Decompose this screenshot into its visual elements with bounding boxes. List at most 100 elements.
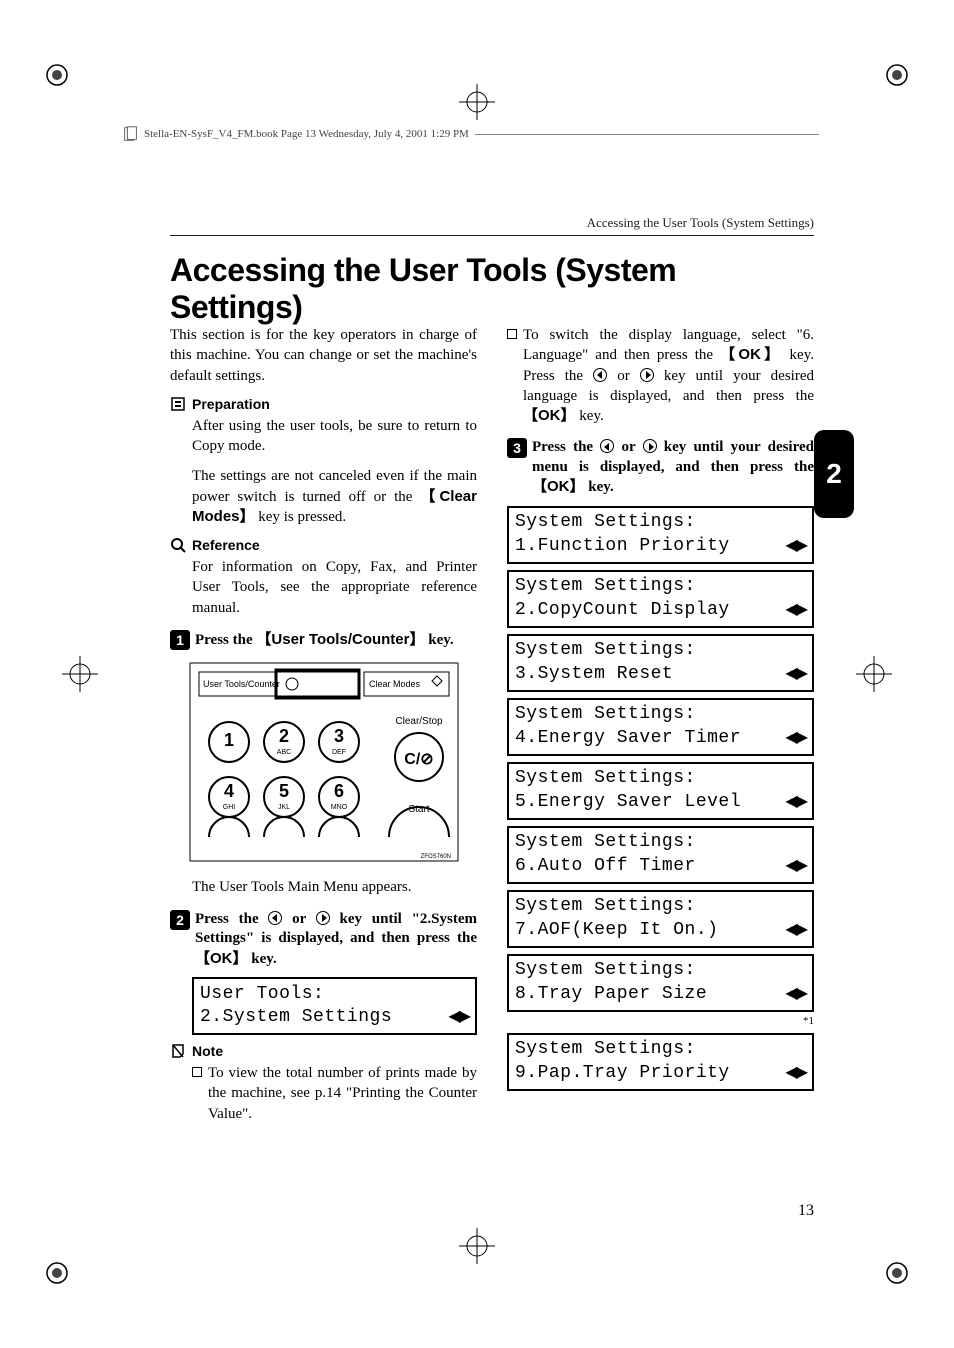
lcd-line2: 4.Energy Saver Timer (515, 727, 741, 750)
lcd-line1: System Settings: (515, 767, 806, 790)
page-number: 13 (798, 1202, 814, 1220)
ok-key: OK (523, 407, 576, 424)
lcd-list: System Settings:1.Function Priority◀▶Sys… (507, 506, 814, 1091)
left-arrow-icon (593, 368, 607, 382)
note-item-2: To switch the display language, select "… (507, 325, 814, 426)
lcd-system-settings-1: System Settings:1.Function Priority ◀▶ (507, 506, 814, 564)
user-tools-counter-key: User Tools/Counter (256, 631, 424, 648)
intro-text: This section is for the key operators in… (170, 325, 477, 386)
chapter-tab: 2 (814, 430, 854, 518)
preparation-heading: Preparation (170, 396, 477, 412)
step-badge-1: 1 (170, 630, 190, 650)
reference-icon (170, 537, 186, 553)
print-mark-tr (882, 60, 912, 90)
svg-text:4: 4 (223, 781, 233, 801)
footnote-marker: *1 (507, 1015, 814, 1027)
lcd-line1: System Settings: (515, 959, 806, 982)
left-arrow-icon (600, 439, 614, 453)
lcd-line2: 6.Auto Off Timer (515, 855, 696, 878)
book-header-text: Stella-EN-SysF_V4_FM.book Page 13 Wednes… (144, 128, 469, 140)
lcd-line2: 2.System Settings (200, 1006, 392, 1029)
ok-key: OK (720, 346, 782, 363)
left-column: This section is for the key operators in… (170, 325, 477, 1130)
after-figure-text: The User Tools Main Menu appears. (192, 877, 477, 897)
step-3: 3 Press the or key until your desired me… (507, 438, 814, 498)
svg-text:DEF: DEF (332, 749, 346, 756)
lcd-user-tools: User Tools: 2.System Settings ◀▶ (192, 977, 477, 1035)
keypad-clearstop-label: Clear/Stop (395, 716, 443, 727)
step-1: 1 Press the User Tools/Counter key. (170, 630, 477, 651)
note-item-1: To view the total number of prints made … (192, 1063, 477, 1124)
preparation-p1: After using the user tools, be sure to r… (192, 416, 477, 457)
lcd-line1: User Tools: (200, 983, 469, 1006)
crosshair-top (457, 82, 497, 122)
svg-text:JKL: JKL (277, 804, 289, 811)
crosshair-bottom (457, 1226, 497, 1266)
lcd-line2: 7.AOF(Keep It On.) (515, 919, 718, 942)
lcd-line2: 1.Function Priority (515, 535, 730, 558)
nav-arrows-icon: ◀▶ (785, 600, 806, 621)
bullet-icon (192, 1067, 202, 1077)
right-arrow-icon (643, 439, 657, 453)
keypad-code: ZFOS760N (420, 854, 450, 860)
reference-label: Reference (192, 537, 260, 553)
nav-arrows-icon: ◀▶ (785, 856, 806, 877)
nav-arrows-icon: ◀▶ (448, 1007, 469, 1028)
svg-text:3: 3 (333, 726, 343, 746)
note-icon (170, 1043, 186, 1059)
reference-heading: Reference (170, 537, 477, 553)
running-head: Accessing the User Tools (System Setting… (587, 215, 814, 231)
keypad-start-label: Start (408, 804, 429, 815)
preparation-p2: The settings are not canceled even if th… (192, 466, 477, 527)
svg-text:6: 6 (333, 781, 343, 801)
keypad-clearmodes-label: Clear Modes (369, 679, 421, 689)
lcd-line1: System Settings: (515, 831, 806, 854)
nav-arrows-icon: ◀▶ (785, 984, 806, 1005)
lcd-line1: System Settings: (515, 575, 806, 598)
bullet-icon (507, 329, 517, 339)
right-column: To switch the display language, select "… (507, 325, 814, 1130)
ok-key: OK (532, 478, 585, 495)
book-header: Stella-EN-SysF_V4_FM.book Page 13 Wednes… (122, 125, 819, 143)
nav-arrows-icon: ◀▶ (785, 1063, 806, 1084)
lcd-system-settings-8: System Settings:8.Tray Paper Size◀▶ (507, 954, 814, 1012)
lcd-line1: System Settings: (515, 1038, 806, 1061)
keypad-figure: User Tools/Counter Clear Modes 1 2 ABC 3 (189, 662, 459, 867)
svg-text:ABC: ABC (276, 749, 290, 756)
crosshair-right (854, 654, 894, 694)
chapter-number: 2 (826, 458, 842, 490)
lcd-line2: 2.CopyCount Display (515, 599, 730, 622)
print-mark-bl (42, 1258, 72, 1288)
lcd-system-settings-9: System Settings:9.Pap.Tray Priority ◀▶ (507, 1033, 814, 1091)
keypad-usertools-label: User Tools/Counter (203, 679, 280, 689)
lcd-line1: System Settings: (515, 639, 806, 662)
right-arrow-icon (316, 911, 330, 925)
page-title: Accessing the User Tools (System Setting… (170, 252, 814, 326)
lcd-line2: 5.Energy Saver Level (515, 791, 741, 814)
print-mark-tl (42, 60, 72, 90)
lcd-line1: System Settings: (515, 511, 806, 534)
step-2: 2 Press the or key until "2.System Setti… (170, 910, 477, 970)
nav-arrows-icon: ◀▶ (785, 920, 806, 941)
lcd-line2: 9.Pap.Tray Priority (515, 1062, 730, 1085)
lcd-line1: System Settings: (515, 703, 806, 726)
lcd-system-settings-2: System Settings:2.CopyCount Display ◀▶ (507, 570, 814, 628)
step-badge-2: 2 (170, 910, 190, 930)
svg-text:GHI: GHI (222, 804, 235, 811)
note-heading: Note (170, 1043, 477, 1059)
print-mark-br (882, 1258, 912, 1288)
svg-text:1: 1 (223, 730, 233, 750)
note-label: Note (192, 1043, 223, 1059)
preparation-icon (170, 396, 186, 412)
running-head-rule (170, 235, 814, 236)
book-icon (122, 125, 140, 143)
nav-arrows-icon: ◀▶ (785, 536, 806, 557)
lcd-line2: 3.System Reset (515, 663, 673, 686)
step-badge-3: 3 (507, 438, 527, 458)
nav-arrows-icon: ◀▶ (785, 792, 806, 813)
left-arrow-icon (268, 911, 282, 925)
svg-text:2: 2 (278, 726, 288, 746)
right-arrow-icon (640, 368, 654, 382)
lcd-system-settings-3: System Settings:3.System Reset◀▶ (507, 634, 814, 692)
lcd-system-settings-7: System Settings:7.AOF(Keep It On.)◀▶ (507, 890, 814, 948)
